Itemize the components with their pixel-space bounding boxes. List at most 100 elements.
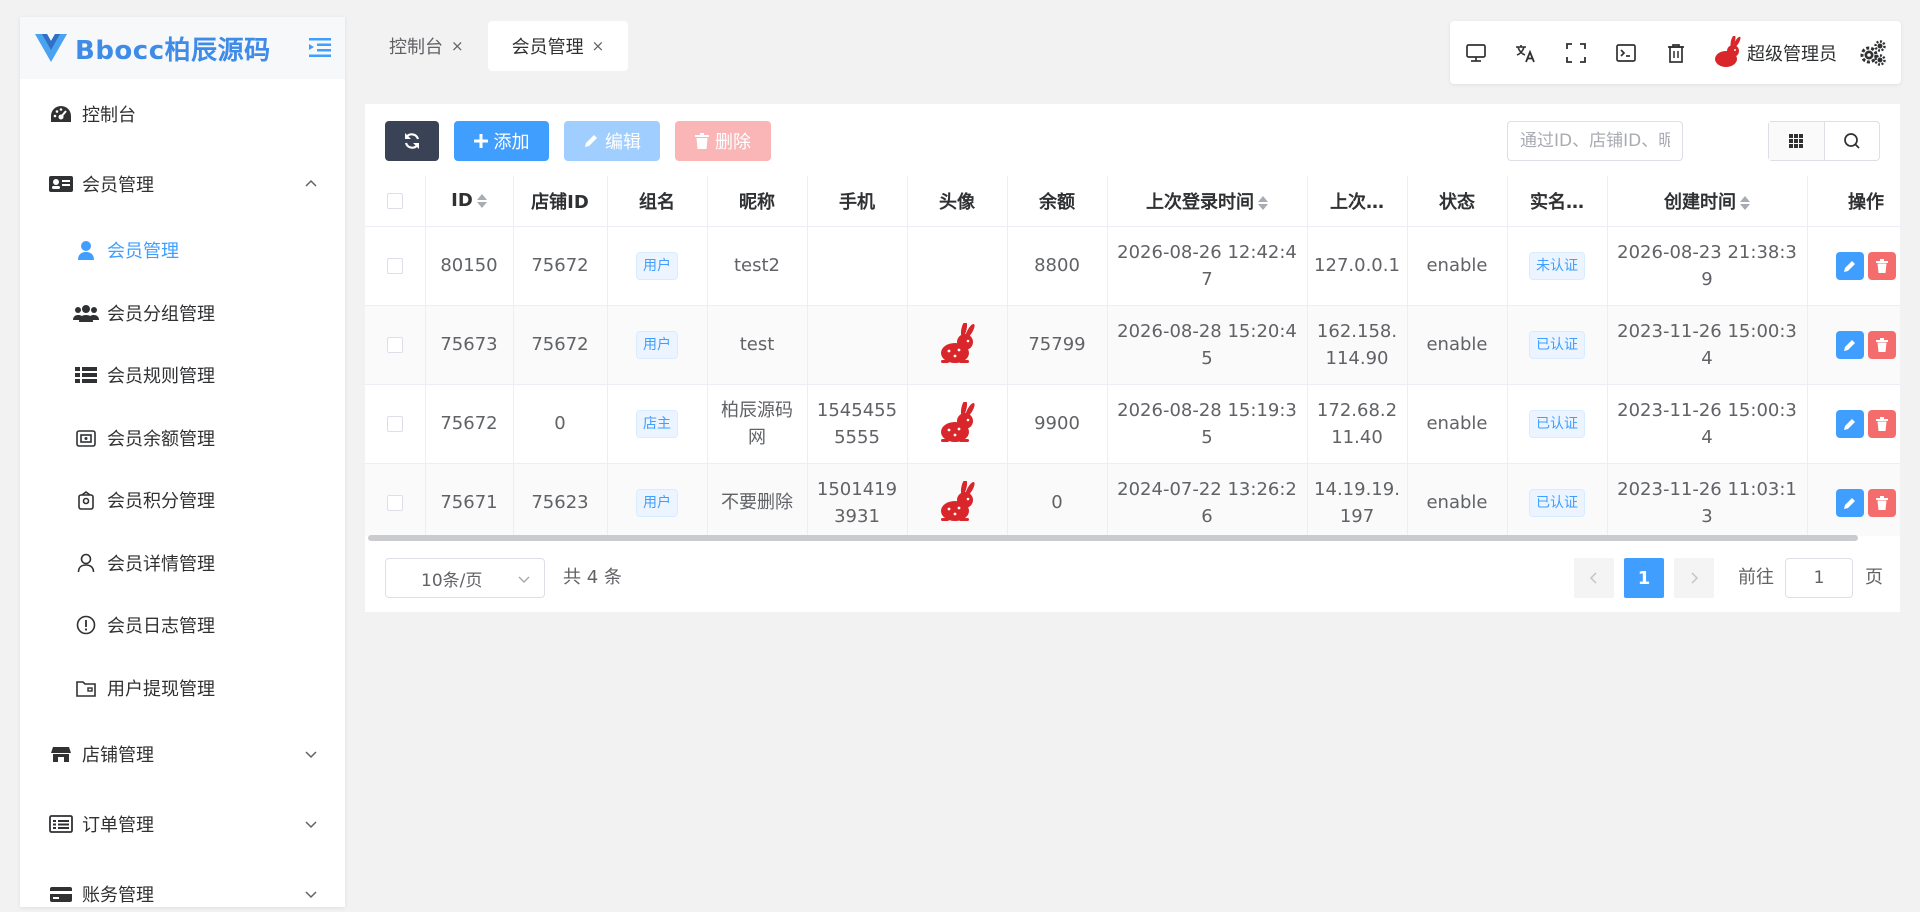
row-edit-button[interactable]	[1835, 409, 1864, 438]
row-edit-button[interactable]	[1835, 251, 1864, 280]
table-row[interactable]: 75672 0 店主 柏辰源码网 15454555555 9900 2026-08-28 1…	[365, 384, 1900, 464]
table-row[interactable]: 75673 75672 用户 test 75799 2026-08-28 15:20:45…	[365, 305, 1900, 385]
cell-last-ip: 162.158.114.90	[1307, 305, 1408, 385]
sidebar-subitem-label: 用户提现管理	[107, 678, 215, 700]
cell-last-login: 2026-08-28 15:19:35	[1107, 384, 1308, 464]
page-number-current[interactable]: 1	[1624, 558, 1664, 598]
next-page-button[interactable]	[1674, 558, 1714, 598]
cell-status: enable	[1407, 305, 1508, 385]
chevron-up-icon	[305, 179, 317, 187]
id-card-icon	[48, 173, 74, 195]
column-header-created[interactable]: 创建时间	[1607, 176, 1808, 227]
terminal-icon[interactable]	[1613, 40, 1639, 66]
grid-icon	[1789, 134, 1804, 148]
table-row[interactable]: 75671 75623 用户 不要删除 15014193931 0 2024-07-22 1…	[365, 463, 1900, 536]
horizontal-scrollbar[interactable]	[368, 535, 1858, 541]
sidebar-item-label: 会员管理	[82, 175, 154, 196]
cell-last-ip: 127.0.0.1	[1307, 226, 1408, 306]
sidebar-subitem-member-details[interactable]: 会员详情管理	[20, 532, 345, 595]
row-checkbox[interactable]	[386, 337, 403, 353]
sidebar-subitem-label: 会员规则管理	[107, 366, 215, 388]
delete-button[interactable]: 删除	[675, 121, 771, 161]
chevron-down-icon	[518, 576, 530, 584]
trash-icon	[1875, 416, 1888, 431]
sidebar-subitem-member-points[interactable]: 会员积分管理	[20, 469, 345, 532]
add-button[interactable]: 添加	[454, 121, 549, 161]
prev-page-button[interactable]	[1574, 558, 1614, 598]
sidebar-subitem-label: 会员余额管理	[107, 428, 215, 450]
avatar-image	[941, 320, 975, 363]
edit-button[interactable]: 编辑	[564, 121, 660, 161]
close-icon[interactable]: ×	[451, 37, 464, 55]
select-all-checkbox[interactable]	[386, 193, 403, 210]
row-checkbox[interactable]	[386, 495, 403, 511]
row-delete-button[interactable]	[1867, 409, 1896, 438]
cell-id: 75673	[425, 305, 514, 385]
row-edit-button[interactable]	[1835, 488, 1864, 517]
sidebar: Bbocc柏辰源码 控制台 会员管理 会员管理 会员分组管理 会员规则管理 会员…	[20, 17, 345, 907]
table-row[interactable]: 80150 75672 用户 test2 8800 2026-08-26 12:42:47…	[365, 226, 1900, 306]
sort-icon[interactable]	[1740, 195, 1750, 211]
search-button[interactable]	[1825, 122, 1880, 160]
sidebar-subitem-member-management[interactable]: 会员管理	[20, 219, 345, 282]
row-delete-button[interactable]	[1867, 251, 1896, 280]
user-menu[interactable]: 超级管理员	[1709, 35, 1837, 70]
sidebar-subitem-withdrawals[interactable]: 用户提现管理	[20, 657, 345, 720]
column-header-actions: 操作	[1807, 176, 1900, 227]
cell-actions	[1807, 384, 1900, 464]
row-select-cell	[365, 305, 426, 385]
monitor-icon[interactable]	[1463, 40, 1489, 66]
tab-member-management[interactable]: 会员管理 ×	[487, 21, 629, 71]
sidebar-item-label: 订单管理	[82, 815, 154, 836]
row-checkbox[interactable]	[386, 258, 403, 274]
tab-dashboard[interactable]: 控制台 ×	[365, 21, 488, 71]
fullscreen-icon[interactable]	[1563, 40, 1589, 66]
sidebar-subitem-member-logs[interactable]: 会员日志管理	[20, 594, 345, 657]
logo[interactable]: Bbocc柏辰源码	[20, 17, 345, 79]
page-size-select[interactable]: 10条/页	[385, 558, 545, 598]
refresh-button[interactable]	[385, 121, 439, 161]
close-icon[interactable]: ×	[592, 37, 605, 55]
cell-avatar	[907, 384, 1008, 464]
cell-shop-id: 75623	[513, 463, 608, 536]
row-edit-button[interactable]	[1835, 330, 1864, 359]
goto-page-input[interactable]	[1785, 558, 1853, 598]
cell-avatar	[907, 226, 1008, 306]
sidebar-item-orders[interactable]: 订单管理	[20, 789, 345, 859]
cell-verified: 已认证	[1507, 463, 1608, 536]
row-checkbox[interactable]	[386, 416, 403, 432]
grid-view-button[interactable]	[1769, 122, 1825, 160]
wallet-icon	[73, 427, 99, 449]
cell-last-ip: 172.68.211.40	[1307, 384, 1408, 464]
user-icon	[73, 239, 99, 261]
sidebar-subitem-member-balance[interactable]: 会员余额管理	[20, 407, 345, 470]
collapse-menu-icon[interactable]	[307, 34, 333, 60]
sort-icon[interactable]	[476, 193, 487, 209]
sidebar-item-members[interactable]: 会员管理	[20, 149, 345, 219]
cell-avatar	[907, 463, 1008, 536]
list-alt-icon	[48, 813, 74, 835]
sort-icon[interactable]	[1258, 195, 1268, 211]
settings-gears-icon[interactable]	[1859, 39, 1887, 67]
store-icon	[48, 743, 74, 765]
trash-icon[interactable]	[1663, 40, 1689, 66]
column-header-verified: 实名…	[1507, 176, 1608, 227]
translate-icon[interactable]	[1513, 40, 1539, 66]
row-select-cell	[365, 384, 426, 464]
column-header-last-ip: 上次…	[1307, 176, 1408, 227]
sidebar-subitem-member-rules[interactable]: 会员规则管理	[20, 344, 345, 407]
trash-icon	[1875, 495, 1888, 510]
column-header-id[interactable]: ID	[425, 176, 514, 227]
edit-button-label: 编辑	[605, 132, 641, 153]
sidebar-subitem-member-groups[interactable]: 会员分组管理	[20, 282, 345, 345]
row-delete-button[interactable]	[1867, 330, 1896, 359]
search-input[interactable]	[1507, 121, 1683, 161]
row-delete-button[interactable]	[1867, 488, 1896, 517]
sidebar-item-finance[interactable]: 账务管理	[20, 859, 345, 907]
sidebar-item-dashboard[interactable]: 控制台	[20, 79, 345, 149]
sidebar-item-stores[interactable]: 店铺管理	[20, 719, 345, 789]
cell-created: 2023-11-26 11:03:13	[1607, 463, 1808, 536]
trash-icon	[1875, 337, 1888, 352]
column-header-last-login[interactable]: 上次登录时间	[1107, 176, 1308, 227]
verified-tag: 已认证	[1529, 410, 1585, 438]
